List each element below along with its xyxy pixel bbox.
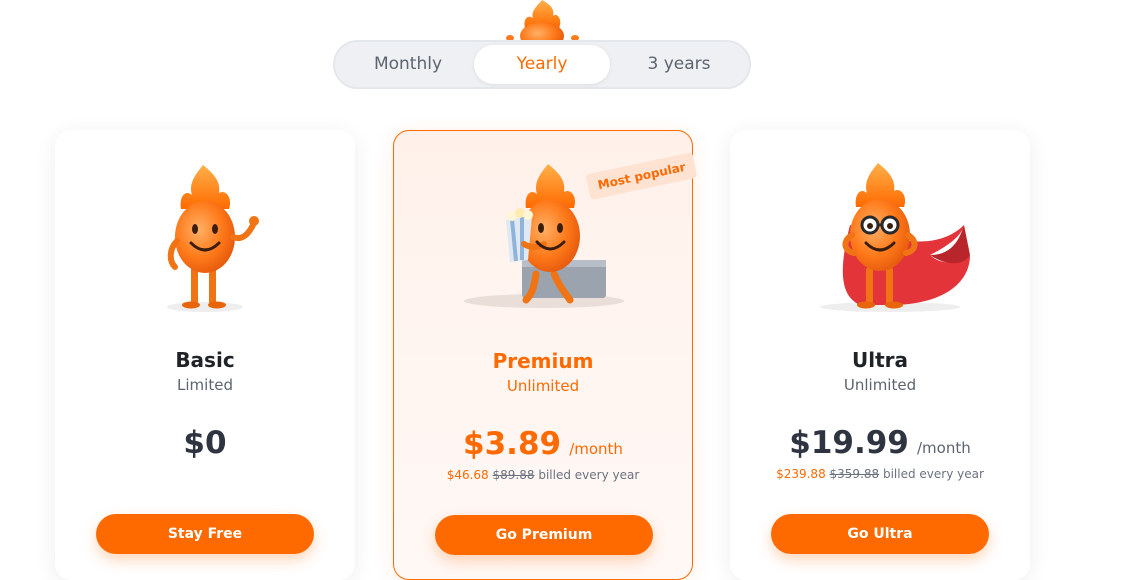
go-premium-button[interactable]: Go Premium — [435, 515, 653, 555]
plan-price: $19.99 — [789, 425, 909, 461]
toggle-option-yearly[interactable]: Yearly — [474, 45, 610, 84]
flame-mascot-popcorn-icon — [464, 164, 624, 308]
plan-name: Basic — [175, 348, 235, 372]
stay-free-button[interactable]: Stay Free — [96, 514, 314, 554]
price-row: $0 — [55, 425, 355, 461]
billed-frequency: billed every year — [882, 467, 984, 481]
go-ultra-button[interactable]: Go Ultra — [771, 514, 989, 554]
plan-card-basic: Basic Limited $0 Stay Free — [55, 130, 355, 580]
plan-price: $0 — [183, 425, 227, 461]
flame-mascot-superhero-icon — [820, 163, 970, 312]
billed-discounted-price: $46.68 — [446, 468, 489, 482]
billing-summary: $46.68 $89.88 billed every year — [394, 468, 692, 482]
billed-discounted-price: $239.88 — [776, 467, 826, 481]
billed-original-price: $89.88 — [492, 468, 535, 482]
plan-subtitle: Unlimited — [506, 377, 580, 395]
billing-period-toggle: Monthly Yearly 3 years — [333, 40, 751, 89]
price-row: $3.89 /month — [394, 426, 692, 462]
plan-subtitle: Unlimited — [843, 376, 917, 394]
flame-mascot-waving-icon — [167, 165, 259, 312]
plan-price: $3.89 — [463, 426, 562, 462]
toggle-option-monthly[interactable]: Monthly — [341, 45, 475, 84]
top-flame-mascot-icon — [506, 0, 579, 42]
plan-card-ultra: Ultra Unlimited $19.99 /month $239.88 $3… — [730, 130, 1030, 580]
price-row: $19.99 /month — [730, 425, 1030, 461]
plan-name: Premium — [492, 349, 594, 373]
plan-subtitle: Limited — [177, 376, 233, 394]
toggle-option-3-years[interactable]: 3 years — [611, 45, 747, 84]
plan-name: Ultra — [851, 348, 908, 372]
plan-card-premium: Most popular Premium Unlimited $3.89 /mo… — [393, 130, 698, 580]
billed-frequency: billed every year — [538, 468, 640, 482]
billing-summary: $239.88 $359.88 billed every year — [730, 467, 1030, 481]
billed-original-price: $359.88 — [829, 467, 880, 481]
price-period: /month — [916, 439, 971, 457]
price-period: /month — [569, 440, 623, 458]
